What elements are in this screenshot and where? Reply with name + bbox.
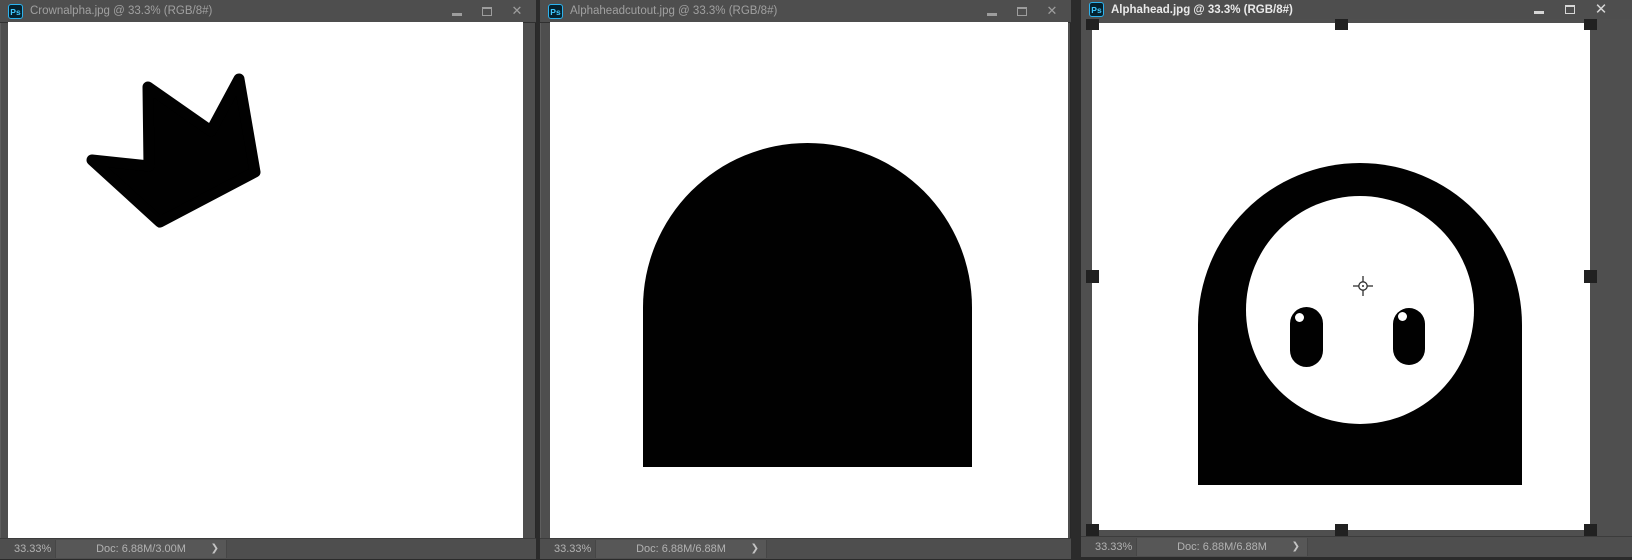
transform-handle-middle-left[interactable]	[1085, 270, 1099, 283]
maximize-button[interactable]	[1563, 3, 1577, 17]
document-window-crownalpha: Ps Crownalpha.jpg @ 33.3% (RGB/8#) ✕ 33.…	[0, 0, 536, 559]
image-canvas[interactable]	[1092, 23, 1590, 530]
maximize-button[interactable]	[1015, 4, 1029, 18]
image-canvas[interactable]	[8, 22, 523, 538]
document-window-alphahead: Ps Alphahead.jpg @ 33.3% (RGB/8#) ✕ 33.3…	[1081, 0, 1632, 557]
transform-handle-top-center[interactable]	[1334, 19, 1348, 30]
document-window-alphaheadcutout: Ps Alphaheadcutout.jpg @ 33.3% (RGB/8#) …	[540, 0, 1071, 559]
transform-handle-bottom-right[interactable]	[1583, 523, 1597, 536]
minimize-button[interactable]	[450, 4, 464, 18]
zoom-level-field[interactable]: 33.33%	[14, 539, 51, 559]
pasteboard	[1081, 19, 1632, 536]
transform-handle-middle-right[interactable]	[1583, 270, 1597, 283]
window-title: Alphaheadcutout.jpg @ 33.3% (RGB/8#)	[570, 5, 778, 17]
status-options-chevron-icon[interactable]: ❯	[1292, 538, 1300, 556]
minimize-button[interactable]	[985, 4, 999, 18]
close-button[interactable]: ✕	[1045, 4, 1059, 18]
window-title: Alphahead.jpg @ 33.3% (RGB/8#)	[1111, 3, 1293, 16]
crown-shape	[86, 73, 261, 228]
document-sizes-value: Doc: 6.88M/3.00M	[96, 543, 186, 555]
close-button[interactable]: ✕	[510, 4, 524, 18]
transform-handle-top-right[interactable]	[1583, 19, 1597, 30]
status-bar: 33.33% Doc: 6.88M/3.00M ❯	[0, 538, 536, 559]
title-bar[interactable]: Ps Crownalpha.jpg @ 33.3% (RGB/8#) ✕	[0, 0, 536, 23]
transform-reference-point-crosshair[interactable]	[1351, 274, 1375, 298]
document-sizes-field[interactable]: Doc: 6.88M/6.88M ❯	[595, 540, 767, 558]
close-button[interactable]: ✕	[1594, 2, 1608, 17]
title-bar[interactable]: Ps Alphaheadcutout.jpg @ 33.3% (RGB/8#) …	[540, 0, 1071, 23]
transform-handle-bottom-center[interactable]	[1334, 523, 1348, 536]
zoom-level-field[interactable]: 33.33%	[554, 539, 591, 559]
document-sizes-value: Doc: 6.88M/6.88M	[636, 543, 726, 555]
status-bar: 33.33% Doc: 6.88M/6.88M ❯	[1081, 536, 1632, 557]
left-eye-glint	[1295, 313, 1304, 322]
image-canvas[interactable]	[550, 22, 1068, 538]
minimize-button[interactable]	[1532, 3, 1546, 17]
document-sizes-field[interactable]: Doc: 6.88M/6.88M ❯	[1136, 538, 1308, 556]
document-sizes-value: Doc: 6.88M/6.88M	[1177, 541, 1267, 553]
right-eye-glint	[1398, 312, 1407, 321]
status-bar: 33.33% Doc: 6.88M/6.88M ❯	[540, 538, 1071, 559]
document-sizes-field[interactable]: Doc: 6.88M/3.00M ❯	[55, 540, 227, 558]
window-title: Crownalpha.jpg @ 33.3% (RGB/8#)	[30, 5, 213, 17]
status-options-chevron-icon[interactable]: ❯	[211, 540, 219, 558]
photoshop-file-icon: Ps	[548, 3, 563, 19]
title-bar[interactable]: Ps Alphahead.jpg @ 33.3% (RGB/8#) ✕	[1081, 0, 1632, 20]
maximize-button[interactable]	[480, 4, 494, 18]
transform-handle-top-left[interactable]	[1085, 19, 1099, 30]
transform-handle-bottom-left[interactable]	[1085, 523, 1099, 536]
photoshop-file-icon: Ps	[1089, 2, 1104, 17]
face-circle-shape	[1246, 196, 1474, 424]
zoom-level-field[interactable]: 33.33%	[1095, 537, 1132, 557]
status-options-chevron-icon[interactable]: ❯	[751, 540, 759, 558]
photoshop-file-icon: Ps	[8, 3, 23, 19]
dome-shape	[643, 143, 972, 467]
